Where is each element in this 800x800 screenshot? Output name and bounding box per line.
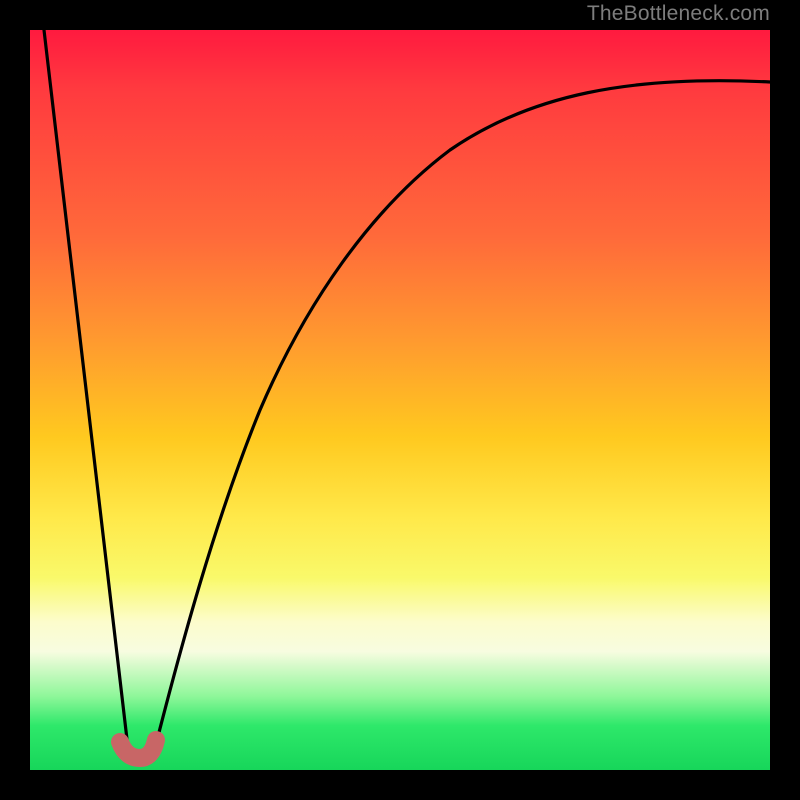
right-ascent-curve <box>155 81 770 748</box>
chart-curves <box>30 30 770 770</box>
left-descent-line <box>44 30 128 748</box>
chart-frame: TheBottleneck.com <box>0 0 800 800</box>
attribution-label: TheBottleneck.com <box>587 2 770 26</box>
bottleneck-hook-icon <box>120 740 156 758</box>
